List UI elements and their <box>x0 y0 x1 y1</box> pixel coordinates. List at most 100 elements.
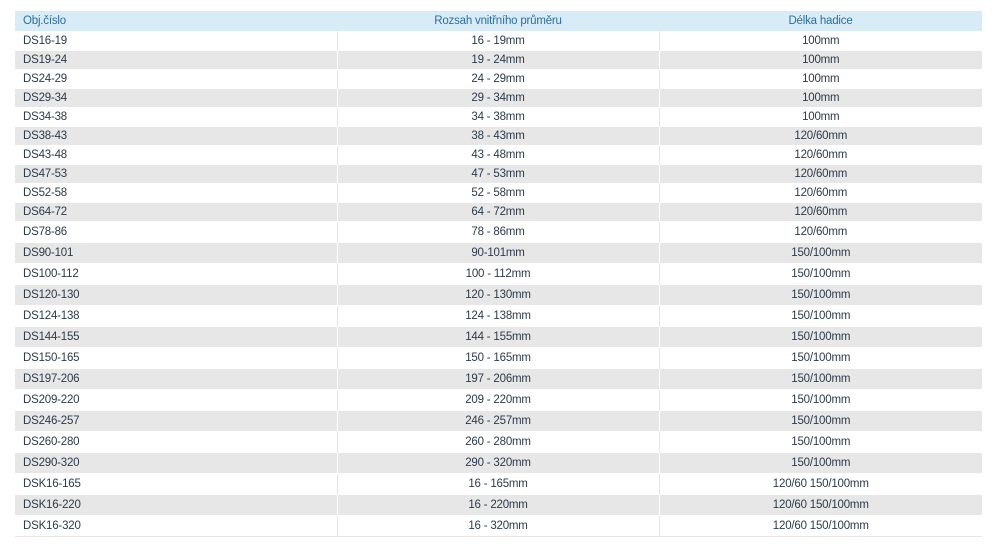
table-row: DS47-53 47 - 53mm 120/60mm <box>15 163 982 183</box>
cell-hose-length: 150/100mm <box>659 241 982 263</box>
cell-hose-length: 120/60mm <box>659 220 982 242</box>
table-row: DS260-280 260 - 280mm 150/100mm <box>15 430 982 452</box>
cell-diameter-range: 120 - 130mm <box>337 283 660 305</box>
table-row: DS38-43 38 - 43mm 120/60mm <box>15 125 982 145</box>
cell-hose-length: 120/60mm <box>659 182 982 202</box>
table-body: DS16-19 16 - 19mm 100mm DS19-24 19 - 24mm 100… <box>15 30 982 536</box>
table-row: DS246-257 246 - 257mm 150/100mm <box>15 409 982 431</box>
cell-part-number: DS124-138 <box>15 304 338 326</box>
cell-hose-length: 120/60 150/100mm <box>659 472 982 494</box>
cell-part-number: DS38-43 <box>15 125 338 145</box>
table-row: DS209-220 209 - 220mm 150/100mm <box>15 388 982 410</box>
cell-hose-length: 120/60 150/100mm <box>659 493 982 515</box>
cell-diameter-range: 124 - 138mm <box>337 304 660 326</box>
cell-hose-length: 100mm <box>659 30 982 50</box>
cell-hose-length: 120/60mm <box>659 144 982 164</box>
product-table-container: Obj.číslo Rozsah vnitřního průměru Délka… <box>15 11 982 537</box>
cell-diameter-range: 34 - 38mm <box>337 106 660 126</box>
cell-part-number: DS150-165 <box>15 346 338 368</box>
table-row: DSK16-320 16 - 320mm 120/60 150/100mm <box>15 514 982 536</box>
cell-diameter-range: 16 - 19mm <box>337 30 660 50</box>
cell-part-number: DSK16-165 <box>15 472 338 494</box>
table-row: DSK16-220 16 - 220mm 120/60 150/100mm <box>15 493 982 515</box>
cell-diameter-range: 150 - 165mm <box>337 346 660 368</box>
cell-diameter-range: 38 - 43mm <box>337 125 660 145</box>
table-row: DS16-19 16 - 19mm 100mm <box>15 30 982 50</box>
table-row: DS24-29 24 - 29mm 100mm <box>15 68 982 88</box>
cell-diameter-range: 260 - 280mm <box>337 430 660 452</box>
cell-diameter-range: 24 - 29mm <box>337 68 660 88</box>
cell-part-number: DSK16-220 <box>15 493 338 515</box>
table-row: DS150-165 150 - 165mm 150/100mm <box>15 346 982 368</box>
table-row: DS19-24 19 - 24mm 100mm <box>15 49 982 69</box>
cell-diameter-range: 209 - 220mm <box>337 388 660 410</box>
cell-diameter-range: 246 - 257mm <box>337 409 660 431</box>
cell-part-number: DS290-320 <box>15 451 338 473</box>
cell-part-number: DS64-72 <box>15 201 338 221</box>
cell-diameter-range: 52 - 58mm <box>337 182 660 202</box>
cell-hose-length: 150/100mm <box>659 346 982 368</box>
cell-part-number: DS120-130 <box>15 283 338 305</box>
cell-part-number: DS197-206 <box>15 367 338 389</box>
cell-diameter-range: 290 - 320mm <box>337 451 660 473</box>
cell-diameter-range: 16 - 220mm <box>337 493 660 515</box>
cell-diameter-range: 29 - 34mm <box>337 87 660 107</box>
cell-diameter-range: 47 - 53mm <box>337 163 660 183</box>
cell-hose-length: 150/100mm <box>659 388 982 410</box>
column-header-diameter-range: Rozsah vnitřního průměru <box>434 14 562 27</box>
cell-hose-length: 120/60 150/100mm <box>659 514 982 536</box>
cell-hose-length: 150/100mm <box>659 451 982 473</box>
cell-part-number: DSK16-320 <box>15 514 338 536</box>
cell-diameter-range: 78 - 86mm <box>337 220 660 242</box>
cell-part-number: DS78-86 <box>15 220 338 242</box>
cell-part-number: DS100-112 <box>15 262 338 284</box>
cell-hose-length: 120/60mm <box>659 163 982 183</box>
cell-part-number: DS16-19 <box>15 30 338 50</box>
cell-part-number: DS19-24 <box>15 49 338 69</box>
cell-part-number: DS24-29 <box>15 68 338 88</box>
table-row: DS144-155 144 - 155mm 150/100mm <box>15 325 982 347</box>
table-row: DS52-58 52 - 58mm 120/60mm <box>15 182 982 202</box>
cell-hose-length: 120/60mm <box>659 201 982 221</box>
cell-hose-length: 150/100mm <box>659 304 982 326</box>
table-row: DS78-86 78 - 86mm 120/60mm <box>15 220 982 242</box>
column-header-part-number: Obj.číslo <box>23 14 66 27</box>
cell-part-number: DS90-101 <box>15 241 338 263</box>
cell-hose-length: 150/100mm <box>659 262 982 284</box>
cell-part-number: DS43-48 <box>15 144 338 164</box>
cell-part-number: DS52-58 <box>15 182 338 202</box>
cell-diameter-range: 197 - 206mm <box>337 367 660 389</box>
cell-hose-length: 150/100mm <box>659 430 982 452</box>
cell-diameter-range: 64 - 72mm <box>337 201 660 221</box>
cell-diameter-range: 16 - 165mm <box>337 472 660 494</box>
cell-hose-length: 100mm <box>659 87 982 107</box>
table-row: DS34-38 34 - 38mm 100mm <box>15 106 982 126</box>
cell-hose-length: 100mm <box>659 106 982 126</box>
table-bottom-border <box>15 536 982 537</box>
cell-hose-length: 100mm <box>659 49 982 69</box>
cell-hose-length: 100mm <box>659 68 982 88</box>
table-row: DS100-112 100 - 112mm 150/100mm <box>15 262 982 284</box>
cell-part-number: DS34-38 <box>15 106 338 126</box>
cell-part-number: DS47-53 <box>15 163 338 183</box>
cell-diameter-range: 144 - 155mm <box>337 325 660 347</box>
table-row: DS124-138 124 - 138mm 150/100mm <box>15 304 982 326</box>
cell-part-number: DS29-34 <box>15 87 338 107</box>
table-header-row: Obj.číslo Rozsah vnitřního průměru Délka… <box>15 11 982 31</box>
table-row: DS64-72 64 - 72mm 120/60mm <box>15 201 982 221</box>
table-row: DS290-320 290 - 320mm 150/100mm <box>15 451 982 473</box>
cell-hose-length: 150/100mm <box>659 325 982 347</box>
cell-diameter-range: 19 - 24mm <box>337 49 660 69</box>
cell-hose-length: 120/60mm <box>659 125 982 145</box>
product-spec-table: Obj.číslo Rozsah vnitřního průměru Délka… <box>15 11 982 536</box>
cell-diameter-range: 43 - 48mm <box>337 144 660 164</box>
table-row: DS29-34 29 - 34mm 100mm <box>15 87 982 107</box>
cell-diameter-range: 100 - 112mm <box>337 262 660 284</box>
cell-part-number: DS144-155 <box>15 325 338 347</box>
cell-hose-length: 150/100mm <box>659 367 982 389</box>
table-row: DSK16-165 16 - 165mm 120/60 150/100mm <box>15 472 982 494</box>
cell-part-number: DS209-220 <box>15 388 338 410</box>
table-row: DS43-48 43 - 48mm 120/60mm <box>15 144 982 164</box>
cell-diameter-range: 90-101mm <box>337 241 660 263</box>
table-row: DS90-101 90-101mm 150/100mm <box>15 241 982 263</box>
